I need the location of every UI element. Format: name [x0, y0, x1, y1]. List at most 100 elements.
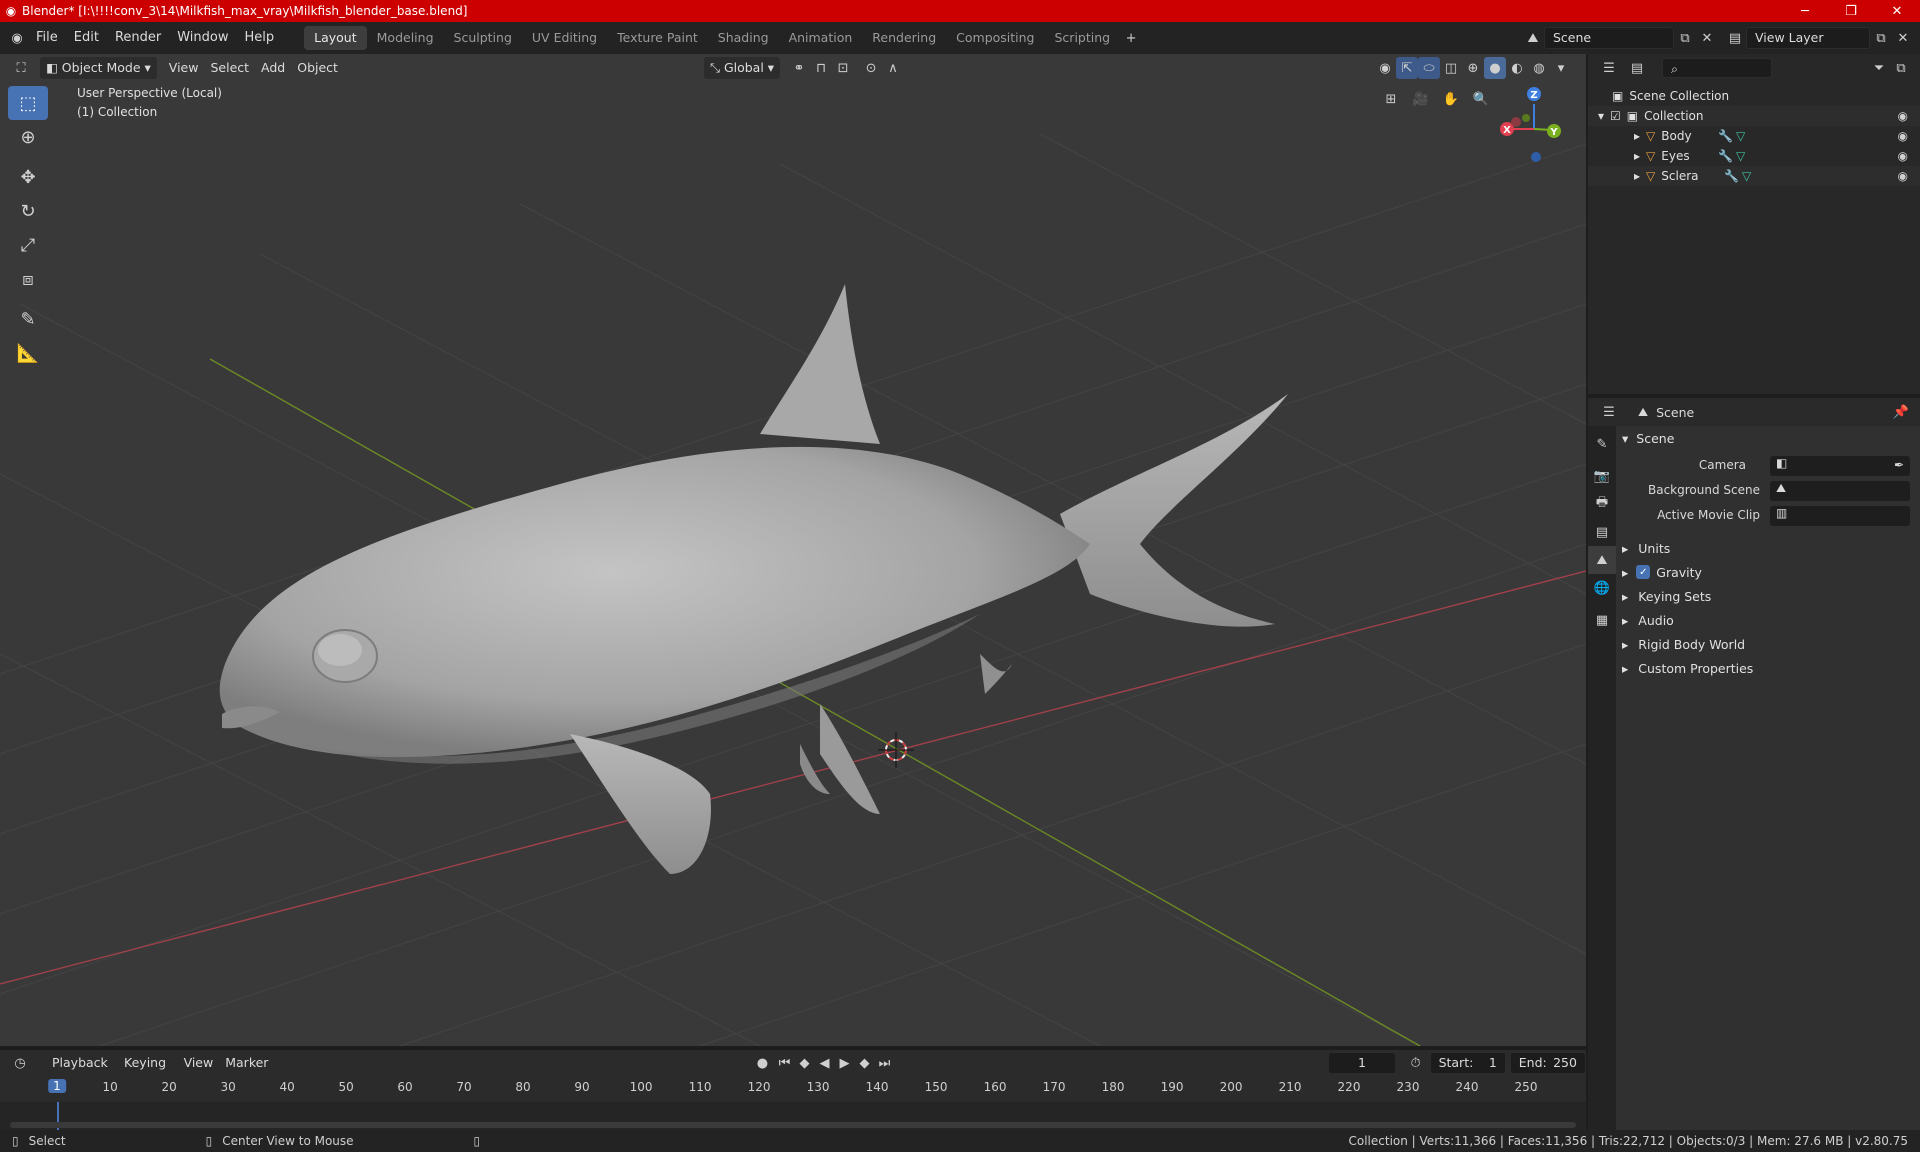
scene-icon[interactable]: ⛰ — [1522, 27, 1544, 49]
filter-icon[interactable]: ⏷ — [1868, 57, 1890, 79]
workspace-tab-uv-editing[interactable]: UV Editing — [522, 26, 607, 50]
outliner-object-body[interactable]: ▸ ▽ Body 🔧 ▽ ◉ — [1588, 126, 1920, 146]
keying-menu[interactable]: Keying ▾ — [118, 1052, 178, 1092]
grid-view-icon[interactable]: ⊞ — [1380, 88, 1402, 110]
expand-arrow-icon[interactable]: ▸ — [1634, 169, 1640, 183]
new-view-layer-icon[interactable]: ⧉ — [1870, 27, 1892, 49]
menu-add[interactable]: Add — [255, 57, 291, 79]
xray-icon[interactable]: ◫ — [1440, 57, 1462, 79]
jump-keyframe-forward-icon[interactable]: ◆ — [854, 1052, 874, 1074]
cursor-tool-icon[interactable]: ⊕ — [8, 120, 48, 154]
timeline-track-area[interactable] — [0, 1102, 1586, 1130]
play-reverse-icon[interactable]: ◀ — [814, 1052, 834, 1074]
workspace-tab-compositing[interactable]: Compositing — [946, 26, 1044, 50]
solid-shading-icon[interactable]: ● — [1484, 57, 1506, 79]
audio-panel-header[interactable]: ▸ Audio — [1622, 610, 1674, 630]
workspace-tab-scripting[interactable]: Scripting — [1045, 26, 1121, 50]
tool-tab-icon[interactable]: ✎ — [1588, 430, 1616, 458]
gravity-checkbox[interactable]: ✓ — [1636, 565, 1651, 579]
menu-file[interactable]: File — [28, 26, 66, 50]
world-tab-icon[interactable]: 🌐 — [1588, 574, 1616, 602]
view-layer-icon[interactable]: ▤ — [1724, 27, 1746, 49]
properties-editor-type-icon[interactable]: ☰ — [1598, 401, 1620, 423]
expand-arrow-icon[interactable]: ▸ — [1634, 129, 1640, 143]
mesh-data-icon[interactable]: ▽ — [1742, 169, 1751, 183]
maximize-button[interactable]: ❐ — [1828, 0, 1874, 22]
new-collection-icon[interactable]: ⧉ — [1890, 57, 1912, 79]
outliner-collection[interactable]: ▾ ☑ ▣ Collection ◉ — [1588, 106, 1920, 126]
snap-icon[interactable]: ⊓ — [810, 57, 832, 79]
mesh-data-icon[interactable]: ▽ — [1736, 149, 1745, 163]
outliner-object-sclera[interactable]: ▸ ▽ Sclera 🔧 ▽ ◉ — [1588, 166, 1920, 186]
menu-window[interactable]: Window — [169, 26, 236, 50]
preview-range-icon[interactable]: ⏱ — [1406, 1052, 1426, 1074]
workspace-tab-layout[interactable]: Layout — [304, 26, 367, 50]
outliner-scene-collection[interactable]: ▣ Scene Collection — [1588, 86, 1920, 106]
pivot-point-icon[interactable]: ⚭ — [788, 57, 810, 79]
add-workspace-icon[interactable]: + — [1120, 27, 1142, 49]
record-icon[interactable]: ● — [752, 1052, 772, 1074]
visibility-eye-icon[interactable]: ◉ — [1898, 169, 1908, 183]
timeline-scrollbar[interactable] — [10, 1122, 1576, 1128]
menu-render[interactable]: Render — [107, 26, 169, 50]
modifier-wrench-icon[interactable]: 🔧 — [1718, 149, 1733, 163]
camera-field[interactable]: ◧ ✒ — [1770, 456, 1910, 476]
workspace-tab-sculpting[interactable]: Sculpting — [444, 26, 522, 50]
editor-type-icon[interactable]: ⛶ — [10, 57, 32, 79]
move-tool-icon[interactable]: ✥ — [8, 160, 48, 194]
display-mode-icon[interactable]: ▤ — [1626, 57, 1648, 79]
current-frame-field[interactable]: 1 — [1328, 1052, 1396, 1074]
rigid-body-world-panel-header[interactable]: ▸ Rigid Body World — [1622, 634, 1745, 654]
overlays-icon[interactable]: ⬭ — [1418, 57, 1440, 79]
outliner-object-eyes[interactable]: ▸ ▽ Eyes 🔧 ▽ ◉ — [1588, 146, 1920, 166]
delete-view-layer-icon[interactable]: ✕ — [1892, 27, 1914, 49]
3d-viewport[interactable]: Z X Y ⛶ ◧ Object Mode ▾ View Select Add … — [0, 54, 1586, 1046]
visibility-icon[interactable]: ◉ — [1374, 57, 1396, 79]
custom-properties-panel-header[interactable]: ▸ Custom Properties — [1622, 658, 1753, 678]
rotate-tool-icon[interactable]: ↻ — [8, 194, 48, 228]
menu-object[interactable]: Object — [291, 57, 344, 79]
modifier-wrench-icon[interactable]: 🔧 — [1724, 169, 1739, 183]
end-frame-field[interactable]: End: 250 — [1509, 1052, 1586, 1074]
workspace-tab-shading[interactable]: Shading — [708, 26, 779, 50]
visibility-eye-icon[interactable]: ◉ — [1898, 109, 1908, 123]
camera-view-icon[interactable]: 🎥 — [1410, 88, 1432, 110]
menu-edit[interactable]: Edit — [66, 26, 107, 50]
measure-tool-icon[interactable]: 📐 — [8, 336, 48, 370]
menu-select[interactable]: Select — [204, 57, 255, 79]
mesh-data-icon[interactable]: ▽ — [1736, 129, 1745, 143]
gravity-panel-header[interactable]: ▸ ✓ Gravity — [1622, 562, 1702, 582]
gizmo-toggle-icon[interactable]: ⇱ — [1396, 57, 1418, 79]
units-panel-header[interactable]: ▸ Units — [1622, 538, 1670, 558]
menu-view[interactable]: View — [163, 57, 205, 79]
modifier-wrench-icon[interactable]: 🔧 — [1718, 129, 1733, 143]
start-frame-field[interactable]: Start: 1 — [1429, 1052, 1506, 1074]
jump-end-icon[interactable]: ⏭ — [874, 1052, 894, 1074]
playback-menu[interactable]: Playback ▾ — [46, 1052, 118, 1092]
marker-menu[interactable]: Marker — [219, 1052, 274, 1074]
select-box-icon[interactable]: ⬚ — [8, 86, 48, 120]
shading-options-icon[interactable]: ▾ — [1550, 57, 1572, 79]
close-button[interactable]: ✕ — [1874, 0, 1920, 22]
annotate-tool-icon[interactable]: ✎ — [8, 302, 48, 336]
eyedropper-icon[interactable]: ✒ — [1894, 458, 1904, 472]
zoom-icon[interactable]: 🔍 — [1470, 88, 1492, 110]
wireframe-shading-icon[interactable]: ⊕ — [1462, 57, 1484, 79]
pan-hand-icon[interactable]: ✋ — [1440, 88, 1462, 110]
expand-arrow-icon[interactable]: ▸ — [1634, 149, 1640, 163]
workspace-tab-texture-paint[interactable]: Texture Paint — [607, 26, 708, 50]
menu-help[interactable]: Help — [237, 26, 283, 50]
rendered-shading-icon[interactable]: ◍ — [1528, 57, 1550, 79]
pin-icon[interactable]: 📌 — [1890, 401, 1912, 423]
scale-tool-icon[interactable]: ⤢ — [8, 228, 48, 262]
scene-panel-header[interactable]: ▾ Scene — [1622, 428, 1674, 448]
play-icon[interactable]: ▶ — [834, 1052, 854, 1074]
transform-tool-icon[interactable]: ⧈ — [8, 262, 48, 296]
expand-arrow-icon[interactable]: ▾ — [1598, 109, 1604, 123]
keying-sets-panel-header[interactable]: ▸ Keying Sets — [1622, 586, 1711, 606]
transform-orientation-selector[interactable]: ⤡ Global ▾ — [703, 57, 781, 79]
material-shading-icon[interactable]: ◐ — [1506, 57, 1528, 79]
background-scene-field[interactable]: ⛰ — [1770, 481, 1910, 501]
visibility-eye-icon[interactable]: ◉ — [1898, 149, 1908, 163]
outliner-editor-type-icon[interactable]: ☰ — [1598, 57, 1620, 79]
